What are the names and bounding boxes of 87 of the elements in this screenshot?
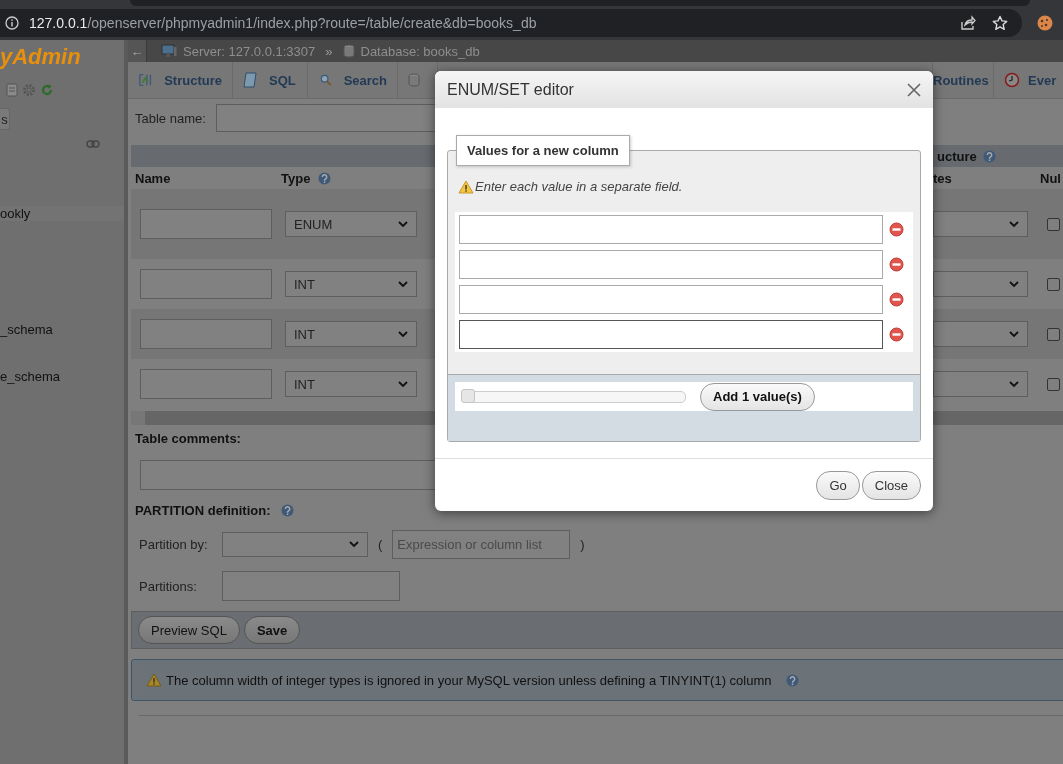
- value-field[interactable]: [459, 285, 883, 314]
- hint-text: Enter each value in a separate field.: [475, 179, 683, 194]
- go-button[interactable]: Go: [816, 470, 860, 500]
- help-icon[interactable]: [318, 171, 332, 185]
- column-header: tes: [933, 170, 953, 186]
- chevron-icon: [349, 541, 359, 548]
- attributes-select[interactable]: [933, 211, 1028, 237]
- partition-by-label: Partition by:: [139, 537, 209, 552]
- clock-icon: [1004, 72, 1020, 88]
- close-button[interactable]: Close: [861, 470, 921, 500]
- scroll-icon: [243, 72, 257, 88]
- database-item[interactable]: e_schema: [0, 369, 60, 384]
- remove-icon[interactable]: [889, 327, 904, 342]
- warning-icon: [458, 179, 474, 194]
- column-name-field[interactable]: [140, 319, 272, 349]
- structure-icon: [138, 72, 153, 88]
- chevron-icon: [1009, 220, 1019, 228]
- add-values-button[interactable]: Add 1 value(s): [700, 382, 815, 411]
- nav-tab[interactable]: Routines: [932, 62, 994, 98]
- chevron-icon: [398, 330, 408, 338]
- attributes-select[interactable]: [933, 371, 1028, 397]
- link-icon[interactable]: [86, 140, 100, 148]
- search-icon: [320, 73, 332, 87]
- chevron-icon: [1009, 280, 1019, 288]
- save-button[interactable]: Save: [243, 616, 301, 644]
- table-comments-label: Table comments:: [135, 431, 242, 446]
- column-name-field[interactable]: [140, 209, 272, 239]
- database-icon: [408, 73, 420, 87]
- help-icon[interactable]: [982, 149, 996, 163]
- partition-heading: PARTITION definition:: [135, 503, 271, 518]
- help-icon[interactable]: [785, 673, 799, 687]
- type-select[interactable]: INT: [285, 271, 417, 297]
- remove-icon[interactable]: [889, 292, 904, 307]
- server-icon: [161, 44, 177, 58]
- chevron-icon: [398, 380, 408, 388]
- column-header: Name: [134, 170, 172, 186]
- share-icon[interactable]: [960, 15, 976, 31]
- database-icon: [342, 44, 355, 58]
- null-checkbox[interactable]: [1047, 377, 1060, 391]
- parenthesis: ): [580, 537, 585, 552]
- column-header: Nul: [1039, 170, 1062, 186]
- chevron-icon: [1009, 330, 1019, 338]
- remove-icon[interactable]: [889, 222, 904, 237]
- sidebar-button[interactable]: s: [0, 108, 10, 130]
- column-header: Type: [281, 170, 311, 186]
- partition-by-select[interactable]: [222, 532, 368, 557]
- type-select[interactable]: ENUM: [285, 211, 417, 237]
- warning-text: The column width of integer types is ignored in your MySQL version unless defining a TINYINT(1) column: [166, 672, 772, 688]
- partitions-label: Partitions:: [139, 578, 198, 594]
- star-icon[interactable]: [992, 15, 1008, 31]
- value-field[interactable]: [459, 320, 883, 349]
- breadcrumb-separator: »: [325, 43, 333, 59]
- help-icon[interactable]: [280, 504, 294, 517]
- warning-icon: [146, 673, 162, 687]
- database-item[interactable]: _schema: [0, 322, 53, 337]
- partitions-field[interactable]: [222, 571, 400, 601]
- database-item[interactable]: ookly: [0, 206, 124, 221]
- null-checkbox[interactable]: [1047, 277, 1060, 291]
- cookie-icon[interactable]: [1036, 14, 1054, 32]
- chevron-icon: [398, 280, 408, 288]
- document-icon[interactable]: [6, 83, 18, 97]
- back-button[interactable]: ←: [128, 40, 147, 62]
- null-checkbox[interactable]: [1047, 327, 1060, 341]
- close-icon[interactable]: [907, 82, 921, 97]
- value-field[interactable]: [459, 215, 883, 244]
- column-name-field[interactable]: [140, 369, 272, 399]
- type-select[interactable]: INT: [285, 371, 417, 397]
- remove-icon[interactable]: [889, 257, 904, 272]
- attributes-select[interactable]: [933, 321, 1028, 347]
- dialog-title: ENUM/SET editor: [447, 80, 574, 99]
- panel-legend: Values for a new column: [456, 135, 630, 166]
- preview-sql-button[interactable]: Preview SQL: [138, 616, 240, 644]
- info-icon[interactable]: [5, 16, 19, 30]
- type-select[interactable]: INT: [285, 321, 417, 347]
- chevron-icon: [398, 220, 408, 228]
- chevron-icon: [1009, 380, 1019, 388]
- slider-track[interactable]: [462, 390, 686, 403]
- value-field[interactable]: [459, 250, 883, 279]
- null-checkbox[interactable]: [1047, 217, 1060, 231]
- parenthesis: (: [378, 537, 383, 552]
- attributes-select[interactable]: [933, 271, 1028, 297]
- table-name-label: Table name:: [135, 110, 206, 126]
- slider-thumb[interactable]: [461, 388, 475, 403]
- server-link[interactable]: Server: 127.0.0.1:3307: [183, 43, 316, 59]
- column-name-field[interactable]: [140, 269, 272, 299]
- database-link[interactable]: Database: books_db: [360, 43, 480, 59]
- column-header: ucture: [937, 148, 977, 164]
